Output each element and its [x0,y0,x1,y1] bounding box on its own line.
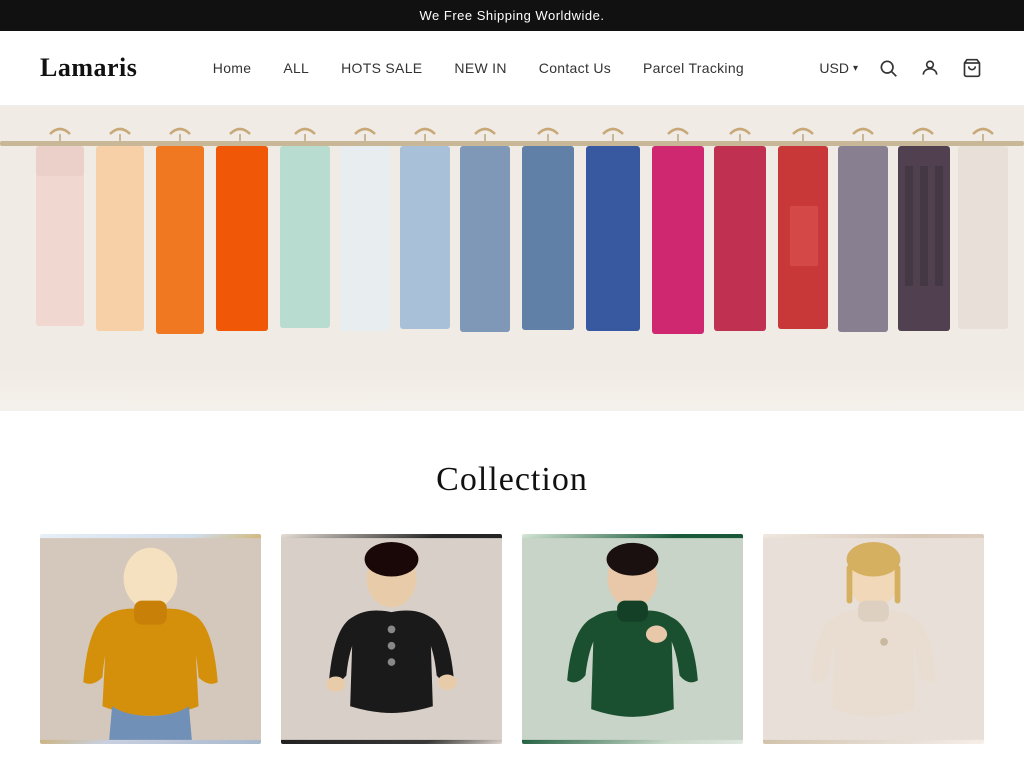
product-grid [40,534,984,744]
collection-section: Collection [0,411,1024,774]
announcement-text: We Free Shipping Worldwide. [420,8,605,23]
search-icon [878,58,898,78]
account-icon [920,58,940,78]
hero-image [0,106,1024,411]
product-image-1 [40,534,261,744]
product-card-1[interactable] [40,534,261,744]
search-button[interactable] [876,56,900,80]
nav-home[interactable]: Home [213,60,252,76]
product-figure-3 [522,534,743,744]
product-figure-2 [281,534,502,744]
currency-dropdown-icon: ▾ [853,63,858,74]
header-actions: USD ▾ [819,56,984,80]
product-card-2[interactable] [281,534,502,744]
currency-selector[interactable]: USD ▾ [819,60,858,76]
product-image-4 [763,534,984,744]
nav-hots-sale[interactable]: HOTS SALE [341,60,422,76]
product-card-4[interactable] [763,534,984,744]
account-button[interactable] [918,56,942,80]
product-card-3[interactable] [522,534,743,744]
nav-all[interactable]: ALL [283,60,309,76]
nav-parcel-tracking[interactable]: Parcel Tracking [643,60,744,76]
nav-new-in[interactable]: NEW IN [454,60,506,76]
announcement-bar: We Free Shipping Worldwide. [0,0,1024,31]
product-image-3 [522,534,743,744]
cart-icon [962,58,982,78]
logo[interactable]: Lamaris [40,53,137,83]
nav-contact-us[interactable]: Contact Us [539,60,611,76]
product-figure-4 [763,534,984,744]
collection-title: Collection [40,461,984,499]
header: Lamaris Home ALL HOTS SALE NEW IN Contac… [0,31,1024,106]
main-nav: Home ALL HOTS SALE NEW IN Contact Us Par… [213,60,744,76]
product-image-2 [281,534,502,744]
product-figure-1 [40,534,261,744]
hero-banner [0,106,1024,411]
currency-label: USD [819,60,849,76]
cart-button[interactable] [960,56,984,80]
